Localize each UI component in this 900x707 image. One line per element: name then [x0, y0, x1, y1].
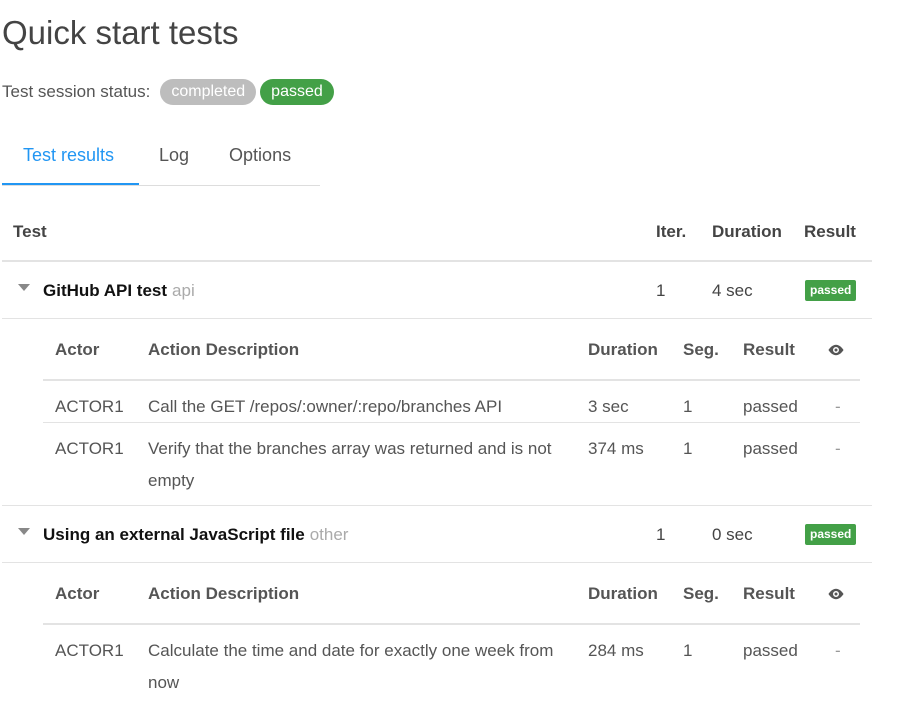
action-actor: ACTOR1 — [55, 397, 124, 416]
test-tag: api — [172, 281, 195, 300]
tab-log[interactable]: Log — [139, 130, 209, 183]
action-duration: 284 ms — [588, 641, 644, 660]
tab-options[interactable]: Options — [209, 130, 311, 183]
action-description: Verify that the branches array was retur… — [148, 439, 552, 490]
actions-header: Actor Action Description Duration Seg. R… — [43, 563, 860, 625]
test-iter: 1 — [656, 525, 666, 544]
test-iter: 1 — [656, 281, 666, 300]
session-status: Test session status: completed passed — [2, 78, 338, 106]
header-seg: Seg. — [683, 340, 719, 359]
test-group-row[interactable]: GitHub API test api 1 4 sec passed — [2, 262, 872, 319]
test-duration: 4 sec — [712, 281, 753, 300]
caret-down-icon[interactable] — [18, 284, 30, 291]
action-row[interactable]: ACTOR1 Verify that the branches array wa… — [43, 423, 860, 505]
action-actor: ACTOR1 — [55, 439, 124, 458]
actions-table: Actor Action Description Duration Seg. R… — [43, 319, 860, 505]
eye-icon[interactable] — [827, 341, 845, 359]
caret-down-icon[interactable] — [18, 528, 30, 535]
action-seg: 1 — [683, 641, 693, 660]
header-test: Test — [13, 222, 47, 241]
header-seg: Seg. — [683, 584, 719, 603]
status-label: Test session status: — [2, 82, 151, 101]
test-duration: 0 sec — [712, 525, 753, 544]
actions-table: Actor Action Description Duration Seg. R… — [43, 563, 860, 707]
action-duration: 3 sec — [588, 397, 629, 416]
tab-test-results[interactable]: Test results — [2, 130, 139, 185]
action-result: passed — [743, 439, 798, 458]
action-screenshot-link[interactable]: - — [835, 635, 841, 667]
header-action-result: Result — [743, 584, 795, 603]
results-table: Test Iter. Duration Result GitHub API te… — [2, 208, 872, 707]
header-action-duration: Duration — [588, 340, 658, 359]
action-seg: 1 — [683, 397, 693, 416]
action-row[interactable]: ACTOR1 Call the GET /repos/:owner/:repo/… — [43, 381, 860, 423]
tab-bar: Test results Log Options — [2, 130, 320, 186]
header-actor: Actor — [55, 340, 100, 359]
page: Quick start tests Test session status: c… — [0, 0, 900, 707]
test-result-badge: passed — [805, 280, 857, 301]
action-description: Call the GET /repos/:owner/:repo/branche… — [148, 397, 503, 416]
test-result-badge: passed — [805, 524, 857, 545]
test-name: Using an external JavaScript file — [43, 525, 305, 544]
action-duration: 374 ms — [588, 439, 644, 458]
page-title: Quick start tests — [2, 14, 239, 51]
header-action-description: Action Description — [148, 584, 300, 603]
action-seg: 1 — [683, 439, 693, 458]
test-tag: other — [309, 525, 349, 544]
action-screenshot-link[interactable]: - — [835, 433, 841, 465]
eye-icon[interactable] — [827, 585, 845, 603]
action-actor: ACTOR1 — [55, 641, 124, 660]
header-actor: Actor — [55, 584, 100, 603]
header-action-result: Result — [743, 340, 795, 359]
header-iter: Iter. — [656, 222, 687, 241]
header-result: Result — [804, 222, 856, 241]
action-description: Calculate the time and date for exactly … — [148, 641, 554, 692]
header-duration: Duration — [712, 222, 782, 241]
test-name: GitHub API test — [43, 281, 168, 300]
status-badge-completed: completed — [160, 79, 257, 105]
action-result: passed — [743, 641, 798, 660]
status-badge-passed: passed — [260, 79, 334, 105]
action-screenshot-link[interactable]: - — [835, 391, 841, 423]
results-header: Test Iter. Duration Result — [2, 208, 872, 262]
actions-header: Actor Action Description Duration Seg. R… — [43, 319, 860, 381]
test-group-row[interactable]: Using an external JavaScript file other 1… — [2, 505, 872, 563]
header-action-duration: Duration — [588, 584, 658, 603]
header-action-description: Action Description — [148, 340, 300, 359]
action-result: passed — [743, 397, 798, 416]
action-row[interactable]: ACTOR1 Calculate the time and date for e… — [43, 625, 860, 707]
